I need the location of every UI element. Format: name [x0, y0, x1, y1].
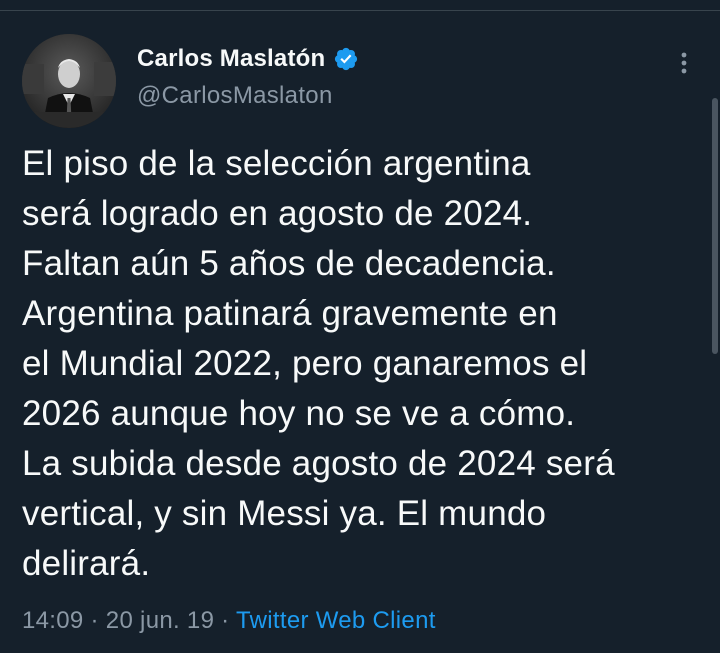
more-options-button[interactable] [668, 47, 700, 79]
scrollbar[interactable] [712, 98, 718, 354]
author-block: Carlos Maslatón @CarlosMaslaton [137, 44, 359, 110]
name-row: Carlos Maslatón [137, 44, 359, 74]
verified-badge-icon [333, 46, 359, 72]
more-vertical-icon [681, 52, 687, 74]
avatar-photo-icon [22, 34, 116, 128]
tweet: Carlos Maslatón @CarlosMaslaton El piso … [0, 11, 720, 653]
tweet-meta: 14:09 · 20 jun. 19 · Twitter Web Client [22, 607, 436, 635]
tweet-time[interactable]: 14:09 [22, 607, 84, 634]
tweet-source-link[interactable]: Twitter Web Client [236, 607, 436, 634]
avatar[interactable] [22, 34, 116, 128]
display-name[interactable]: Carlos Maslatón [137, 45, 325, 73]
meta-separator: · [214, 607, 237, 634]
meta-separator: · [83, 607, 106, 634]
tweet-date[interactable]: 20 jun. 19 [106, 607, 214, 634]
user-handle[interactable]: @CarlosMaslaton [137, 82, 359, 110]
tweet-text: El piso de la selección argentina será l… [22, 144, 615, 583]
